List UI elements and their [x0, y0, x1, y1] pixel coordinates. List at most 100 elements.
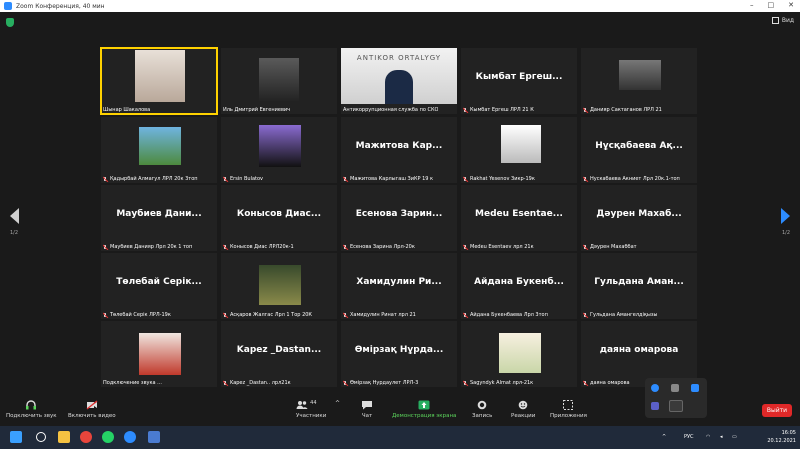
whatsapp-icon[interactable]	[102, 431, 114, 443]
pen-app-icon[interactable]	[669, 400, 683, 412]
start-video-label: Включить видео	[68, 413, 116, 419]
participant-tile[interactable]: Rakhat Yesenov Зикр-19к	[461, 117, 577, 183]
participant-tile[interactable]: Асқаров Жалгас Лрл 1 Тор 20К	[221, 253, 337, 319]
participant-tile[interactable]: Иль Дмитрий Евгениевич	[221, 48, 337, 114]
participant-name-label: Гульдана Амангелдіқызы	[583, 312, 657, 318]
chat-icon	[361, 400, 373, 410]
volume-icon[interactable]: ◂	[720, 434, 723, 440]
windows-start-icon[interactable]	[10, 431, 22, 443]
participant-tile[interactable]: Kapez _Dastan... Kapez _Dastan.. лрл21к	[221, 321, 337, 387]
meeting-stage: Вид 1/2 1/2 Шынар Шакалова Иль Дмитрий Ев…	[0, 12, 800, 396]
participant-tile[interactable]: Данияр Сактаганов ЛРЛ 21	[581, 48, 697, 114]
participant-display-name: Гульдана Аман...	[594, 277, 684, 287]
participant-tile[interactable]: Өмірзақ Нұрда... Өмірзақ Нурдаулет ЛРЛ-3	[341, 321, 457, 387]
window-title: Zoom Конференция, 40 мин	[16, 2, 105, 10]
participant-name-label: Rakhat Yesenov Зикр-19к	[463, 176, 535, 182]
participant-tile[interactable]: Дәурен Махаб... Дәурен Махаббат	[581, 185, 697, 251]
muted-mic-icon	[343, 244, 348, 250]
participant-video-thumbnail	[619, 60, 661, 90]
muted-mic-icon	[463, 244, 468, 250]
presenter-figure	[385, 70, 413, 104]
participant-tile[interactable]: Medeu Esentae... Medeu Esentaev лрл 21к	[461, 185, 577, 251]
participant-display-name: Конысов Диас...	[236, 209, 322, 219]
wifi-icon[interactable]: ◠	[706, 434, 710, 440]
share-screen-button[interactable]: Демонстрация экрана	[392, 400, 456, 419]
chrome-icon[interactable]	[80, 431, 92, 443]
globe-app-icon[interactable]	[651, 384, 659, 392]
participant-tile[interactable]: Төлебай Серік... Төлебай Серік ЛРЛ-19к	[101, 253, 217, 319]
participant-video-thumbnail	[501, 125, 541, 163]
zoom-tray-icon[interactable]	[691, 384, 699, 392]
participant-tile[interactable]: Есенова Зарин... Есенова Зарина Лрл-20к	[341, 185, 457, 251]
app-tray-popup	[645, 378, 707, 418]
teams-app-icon[interactable]	[651, 402, 659, 410]
search-icon[interactable]	[36, 432, 46, 442]
record-icon	[476, 400, 488, 410]
participant-tile[interactable]: Шынар Шакалова	[100, 47, 218, 115]
cloud-app-icon[interactable]	[671, 384, 679, 392]
keyboard-language[interactable]: РУС	[684, 434, 694, 440]
participant-display-name: Маубиев Дани...	[116, 209, 202, 219]
headphones-icon	[25, 400, 37, 410]
join-audio-button[interactable]: Подключить звук	[6, 400, 57, 419]
participant-tile[interactable]: Кымбат Ергеш... Кымбат Ергеш ЛРЛ 21 К	[461, 48, 577, 114]
participant-label-text: Есенова Зарина Лрл-20к	[350, 244, 415, 250]
participant-display-name: Есенова Зарин...	[355, 209, 443, 219]
start-video-button[interactable]: Включить видео	[68, 400, 116, 419]
participant-tile[interactable]: Айдана Букенб... Айдана Букенбаева Лрл 3т…	[461, 253, 577, 319]
document-app-icon[interactable]	[148, 431, 160, 443]
participants-menu-chevron-icon[interactable]: ^	[335, 400, 340, 407]
participant-video-thumbnail	[135, 50, 185, 102]
maximize-icon[interactable]: □	[768, 1, 775, 9]
muted-mic-icon	[103, 312, 108, 318]
participant-tile[interactable]: ANTIKOR ORTALYGY Антикоррупционная служба…	[341, 48, 457, 114]
apps-icon	[562, 400, 574, 410]
participant-label-text: Айдана Букенбаева Лрл 3топ	[470, 312, 548, 318]
participant-name-label: Данияр Сактаганов ЛРЛ 21	[583, 107, 662, 113]
participant-tile[interactable]: Конысов Диас... Конысов Диас ЛРЛ20к-1	[221, 185, 337, 251]
participant-display-name: Хамидулин Ри...	[356, 277, 442, 287]
participant-tile[interactable]: Мажитова Кар... Мажитова Карлыгаш ЗиКР 19…	[341, 117, 457, 183]
apps-button[interactable]: Приложения	[550, 400, 587, 419]
participant-label-text: Конысов Диас ЛРЛ20к-1	[230, 244, 294, 250]
participant-name-label: Антикоррупционная служба по СКО	[343, 107, 438, 113]
participant-label-text: Дәурен Махаббат	[590, 244, 637, 250]
clock[interactable]: 16:05 20.12.2021	[767, 429, 796, 445]
participant-label-text: Иль Дмитрий Евгениевич	[223, 107, 291, 113]
previous-page-arrow-icon[interactable]	[10, 208, 19, 224]
participant-name-label: Конысов Диас ЛРЛ20к-1	[223, 244, 294, 250]
view-button[interactable]: Вид	[771, 17, 794, 24]
security-shield-icon[interactable]	[6, 18, 14, 27]
participant-tile[interactable]: Гульдана Аман... Гульдана Амангелдіқызы	[581, 253, 697, 319]
battery-icon[interactable]: ▭	[732, 434, 737, 440]
next-page-arrow-icon[interactable]	[781, 208, 790, 224]
participants-button[interactable]: 44 Участники	[296, 400, 326, 419]
participant-label-text: Төлебай Серік ЛРЛ-19к	[110, 312, 171, 318]
participant-display-name: Төлебай Серік...	[116, 277, 202, 287]
join-audio-label: Подключить звук	[6, 413, 57, 419]
participant-tile[interactable]: Қадырбай Алмагул ЛРЛ 20к 3топ	[101, 117, 217, 183]
tray-chevron-icon[interactable]: ^	[662, 434, 666, 440]
participant-tile[interactable]: Sagyndyk Almat лрл-21к	[461, 321, 577, 387]
chat-button[interactable]: Чат	[361, 400, 373, 419]
file-explorer-icon[interactable]	[58, 431, 70, 443]
close-icon[interactable]: ✕	[788, 1, 794, 9]
zoom-taskbar-icon[interactable]	[124, 431, 136, 443]
reactions-button[interactable]: Реакции	[511, 400, 535, 419]
participant-tile[interactable]: Хамидулин Ри... Хамидулин Ринат лрл 21	[341, 253, 457, 319]
page-indicator-left: 1/2	[10, 230, 19, 236]
participant-tile[interactable]: Подключение звука ...	[101, 321, 217, 387]
participant-tile[interactable]: Ersin Bulatov	[221, 117, 337, 183]
participant-video-thumbnail	[259, 58, 299, 102]
muted-mic-icon	[583, 107, 588, 113]
muted-mic-icon	[103, 244, 108, 250]
leave-button[interactable]: Выйти	[762, 404, 792, 417]
participant-name-label: Sagyndyk Almat лрл-21к	[463, 380, 533, 386]
participant-label-text: Sagyndyk Almat лрл-21к	[470, 380, 534, 386]
minimize-icon[interactable]: –	[750, 1, 754, 9]
participant-tile[interactable]: Маубиев Дани... Маубиев Данияр Лрл 20к 1 …	[101, 185, 217, 251]
participants-count: 44	[310, 400, 317, 406]
record-button[interactable]: Запись	[472, 400, 492, 419]
participant-tile[interactable]: Нұсқабаева Ақ... Нускабаева Акниет Лрл 20…	[581, 117, 697, 183]
muted-mic-icon	[223, 312, 228, 318]
